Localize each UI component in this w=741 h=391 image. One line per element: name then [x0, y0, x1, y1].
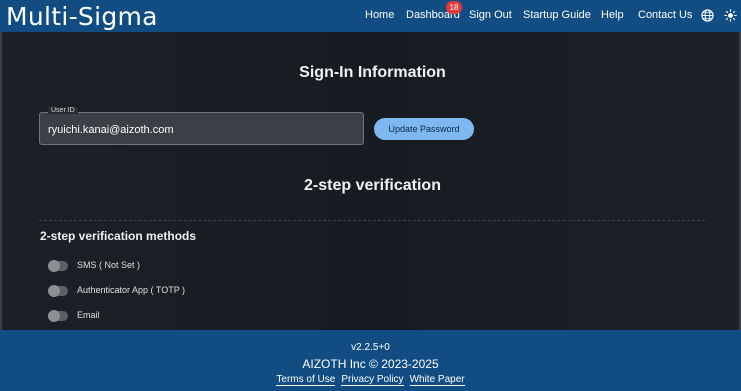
copyright-text: AIZOTH Inc © 2023-2025 [302, 357, 439, 371]
verification-methods-title: 2-step verification methods [40, 229, 197, 243]
section-divider [39, 220, 705, 221]
sms-method-label: SMS ( Not Set ) [77, 260, 141, 270]
nav-sign-out-link[interactable]: Sign Out [469, 9, 512, 21]
footer: v2.2.5+0 AIZOTH Inc © 2023-2025 Terms of… [0, 330, 741, 391]
nav-contact-us-link[interactable]: Contact Us [638, 9, 692, 21]
authenticator-toggle[interactable] [48, 285, 68, 297]
authenticator-method-label: Authenticator App ( TOTP ) [77, 285, 186, 295]
footer-links: Terms of Use Privacy Policy White Paper [0, 374, 741, 386]
sun-icon[interactable] [724, 9, 737, 22]
main-content: Sign-In Information User ID Update Passw… [0, 32, 741, 330]
sign-in-info-title: Sign-In Information [299, 64, 446, 81]
method-row-sms: SMS ( Not Set ) [48, 260, 348, 274]
user-id-field[interactable]: User ID [39, 107, 364, 145]
top-nav-bar: Multi-Sigma Home Dashboard 18 Sign Out S… [0, 0, 741, 32]
dashboard-notification-badge: 18 [446, 1, 462, 14]
method-row-authenticator: Authenticator App ( TOTP ) [48, 285, 348, 299]
email-toggle[interactable] [48, 310, 68, 322]
terms-of-use-link[interactable]: Terms of Use [276, 374, 336, 386]
nav-help-link[interactable]: Help [601, 9, 624, 21]
app-version: v2.2.5+0 [351, 342, 390, 353]
nav-menu: Home Dashboard 18 Sign Out Startup Guide… [0, 0, 741, 32]
user-id-label: User ID [48, 107, 78, 114]
privacy-policy-link[interactable]: Privacy Policy [341, 374, 404, 386]
user-id-input[interactable] [48, 124, 348, 136]
method-row-email: Email [48, 310, 348, 324]
white-paper-link[interactable]: White Paper [409, 374, 465, 386]
email-method-label: Email [77, 310, 100, 320]
sms-toggle[interactable] [48, 260, 68, 272]
update-password-button[interactable]: Update Password [374, 118, 474, 140]
nav-startup-guide-link[interactable]: Startup Guide [523, 9, 591, 21]
globe-icon[interactable] [701, 9, 714, 22]
two-step-verification-title: 2-step verification [304, 177, 441, 194]
nav-home-link[interactable]: Home [365, 9, 394, 21]
